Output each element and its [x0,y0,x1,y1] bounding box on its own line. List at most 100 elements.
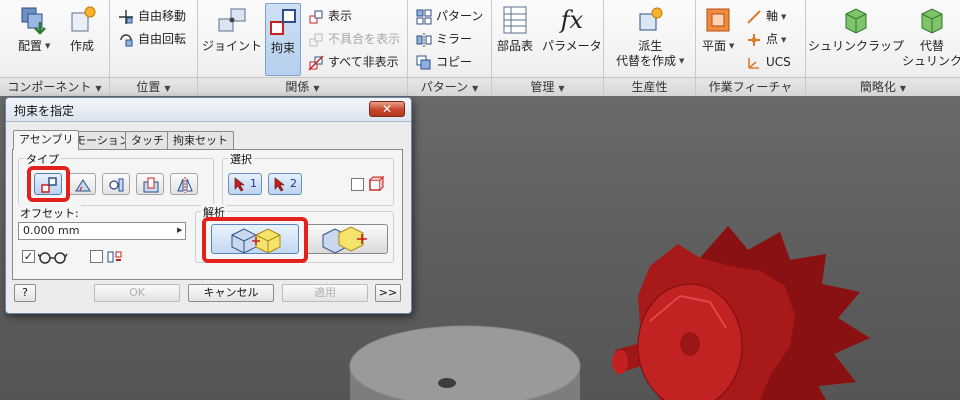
free-move-button[interactable]: 自由移動 [118,6,186,26]
chevron-down-icon: ▼ [472,84,479,93]
angle-type-button[interactable] [68,173,96,195]
free-rotate-button[interactable]: 自由回転 [118,29,186,49]
arrow-cursor-icon [274,177,285,192]
chevron-down-icon: ▼ [558,84,565,93]
mate-solution-highlight [202,217,308,263]
fx-icon: fx [560,6,584,34]
predict-offset-checkbox[interactable] [90,250,103,263]
tab-constraint-set[interactable]: 拘束セット [167,131,234,150]
parameters-button[interactable]: fx パラメータ [542,4,602,54]
shrinkwrap-icon [845,8,867,34]
offset-label: オフセット: [18,205,81,221]
panel-title-component[interactable]: コンポーネント ▼ [0,77,109,96]
panel-title-simplification[interactable]: 簡略化 ▼ [806,77,960,96]
type-group-label: タイプ [24,151,61,167]
apply-button[interactable]: 適用 [282,284,368,302]
panel-pattern: パターン ミラー コピー パターン ▼ [408,0,492,96]
show-sick-button[interactable]: 不具合を表示 [308,29,400,49]
mirror-button[interactable]: ミラー [416,29,472,49]
place-button[interactable]: 配置 ▼ [18,4,50,54]
tab-assembly[interactable]: アセンブリ [13,130,80,150]
arrow-cursor-icon [234,177,245,192]
disk-part[interactable] [349,325,581,400]
shrinkwrap-substitute-icon [921,8,943,34]
symmetry-type-button[interactable] [170,173,198,195]
chevron-down-icon: ▼ [679,57,685,65]
select-1-button[interactable]: 1 [228,173,262,195]
pattern-button[interactable]: パターン [416,6,483,26]
work-axis-icon [747,9,761,24]
help-button[interactable]: ? [14,284,36,302]
show-preview-checkbox[interactable]: ✓ [22,250,35,263]
mirror-icon [416,32,432,47]
show-sick-icon [309,33,323,46]
ucs-icon [748,57,759,69]
ok-button[interactable]: OK [94,284,180,302]
offset-input[interactable]: 0.000 mm [18,222,186,240]
panel-title-pattern[interactable]: パターン ▼ [408,77,491,96]
show-button[interactable]: 表示 [308,6,352,26]
selection-group-label: 選択 [228,151,254,167]
show-constraints-icon [309,10,323,23]
place-component-icon [21,7,47,35]
gear-part[interactable] [636,226,870,400]
cancel-button[interactable]: キャンセル [188,284,274,302]
insert-icon [143,177,159,193]
panel-title-work-features[interactable]: 作業フィーチャ [696,77,805,96]
chevron-down-icon: ▼ [45,42,51,50]
panel-component: 配置 ▼ 作成 コンポーネント ▼ [0,0,110,96]
panel-relationships: ジョイント 拘束 表示 不具合を表示 すべて非表示 関係 ▼ [198,0,408,96]
hide-all-icon [308,54,324,71]
axis-button[interactable]: 軸 ▼ [746,6,786,26]
create-button[interactable]: 作成 [66,4,98,54]
point-button[interactable]: 点 ▼ [746,29,786,49]
panel-title-productivity[interactable]: 生産性 [604,77,695,96]
select-2-button[interactable]: 2 [268,173,302,195]
copy-icon [416,55,431,69]
hide-all-button[interactable]: すべて非表示 [308,52,399,72]
dialog-title: 拘束を指定 [14,104,75,118]
free-rotate-icon [120,33,133,46]
panel-title-position[interactable]: 位置 ▼ [110,77,197,96]
panel-title-relationships[interactable]: 関係 ▼ [198,77,407,96]
chevron-right-icon[interactable]: ▶ [177,226,182,234]
work-point-icon [748,33,760,46]
dialog-titlebar[interactable]: 拘束を指定 ✕ [6,98,411,122]
expand-button[interactable]: >> [375,284,401,302]
bom-table-icon [503,6,527,34]
shrinkwrap-substitute-button[interactable]: 代替 シュリンク [902,4,960,69]
joint-button[interactable]: ジョイント [202,4,262,54]
panel-position: 自由移動 自由回転 位置 ▼ [110,0,198,96]
symmetry-icon [177,177,193,193]
pick-part-first-checkbox[interactable] [351,178,364,191]
shrinkwrap-button[interactable]: シュリンクラップ [808,4,904,54]
chevron-down-icon: ▼ [729,42,735,50]
panel-title-manage[interactable]: 管理 ▼ [492,77,603,96]
angle-icon [75,179,91,192]
tangent-type-button[interactable] [102,173,130,195]
pattern-icon [416,9,432,24]
panel-manage: 部品表 fx パラメータ 管理 ▼ [492,0,604,96]
free-move-icon [119,9,133,24]
plane-button[interactable]: 平面 ▼ [702,4,734,54]
copy-button[interactable]: コピー [416,52,472,72]
ucs-button[interactable]: UCS [746,52,791,72]
constrain-button[interactable]: 拘束 [265,3,301,76]
derive-icon [639,7,663,31]
flush-solution-button[interactable] [306,224,388,254]
joint-icon [218,8,246,32]
mate-type-highlight [27,166,70,202]
chevron-down-icon: ▼ [95,84,102,93]
derive-substitute-button[interactable]: 派生 代替を作成 ▼ [616,4,684,69]
tab-transitional[interactable]: タッチ [125,131,170,150]
panel-work-features: 平面 ▼ 軸 ▼ 点 ▼ UCS 作業フィーチャ [696,0,806,96]
predict-offset-icon [107,251,122,263]
tangent-icon [109,178,124,192]
close-button[interactable]: ✕ [369,101,405,117]
bom-button[interactable]: 部品表 [497,4,533,54]
insert-type-button[interactable] [136,173,164,195]
panel-simplification: シュリンクラップ 代替 シュリンク 簡略化 ▼ [806,0,960,96]
work-plane-icon [706,8,730,32]
chevron-down-icon: ▼ [781,12,787,21]
flush-solution-icon [322,226,367,253]
